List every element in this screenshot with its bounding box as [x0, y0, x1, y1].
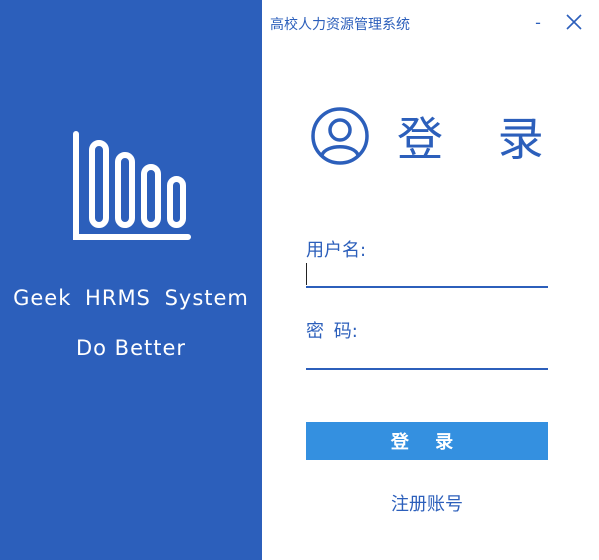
login-panel: 高校人力资源管理系统 - 登 录 用户名: 密 码: 登 录 注册账号	[262, 0, 599, 560]
password-label: 密 码:	[306, 321, 358, 342]
close-icon	[566, 14, 582, 30]
login-heading: 登 录	[397, 112, 564, 166]
brand-panel: Geek HRMS System Do Better	[0, 0, 262, 560]
username-input[interactable]	[306, 260, 548, 288]
minimize-button[interactable]: -	[524, 8, 552, 36]
close-button[interactable]	[560, 8, 588, 36]
username-label: 用户名:	[306, 240, 367, 261]
window-title: 高校人力资源管理系统	[270, 17, 410, 33]
login-button[interactable]: 登 录	[306, 422, 548, 460]
bar-chart-icon	[73, 131, 191, 240]
password-input[interactable]	[306, 342, 548, 370]
brand-slogan: Do Better	[75, 336, 187, 360]
register-link[interactable]: 注册账号	[306, 490, 548, 516]
text-caret	[306, 263, 307, 285]
user-circle-icon	[311, 107, 369, 165]
brand-name: Geek HRMS System	[13, 286, 249, 310]
